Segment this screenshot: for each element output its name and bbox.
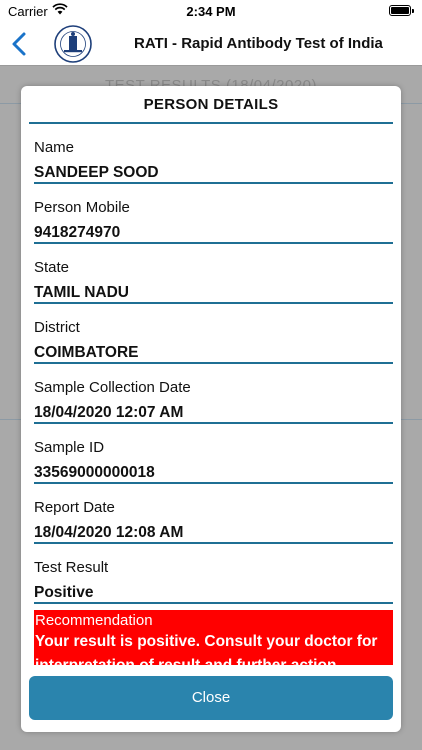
field-state: State TAMIL NADU <box>34 244 393 304</box>
field-label: Test Result <box>34 559 109 576</box>
field-value: COIMBATORE <box>34 344 139 361</box>
field-label: Sample Collection Date <box>34 379 191 396</box>
field-label: State <box>34 259 70 276</box>
recommendation-box: Recommendation Your result is positive. … <box>34 610 393 665</box>
field-label: Report Date <box>34 499 115 516</box>
field-test-result: Test Result Positive <box>34 544 393 604</box>
recommendation-text-continued: interpretation of result and further act… <box>35 655 393 665</box>
clock: 2:34 PM <box>186 4 236 19</box>
dialog-title: PERSON DETAILS <box>143 96 279 113</box>
icmr-logo <box>54 25 92 63</box>
field-value: TAMIL NADU <box>34 284 129 301</box>
field-label: Person Mobile <box>34 199 130 216</box>
chevron-left-icon[interactable] <box>8 30 34 58</box>
battery-icon <box>389 5 414 16</box>
status-bar: Carrier 2:34 PM <box>0 0 422 22</box>
field-sample-id: Sample ID 33569000000018 <box>34 424 393 484</box>
field-value: 18/04/2020 12:08 AM <box>34 524 184 541</box>
field-person-mobile: Person Mobile 9418274970 <box>34 184 393 244</box>
field-value: 18/04/2020 12:07 AM <box>34 404 184 421</box>
person-details-dialog: PERSON DETAILS Name SANDEEP SOOD Person … <box>21 86 401 732</box>
field-value: SANDEEP SOOD <box>34 164 159 181</box>
navigation-bar: RATI - Rapid Antibody Test of India <box>0 22 422 66</box>
field-value: 33569000000018 <box>34 464 155 481</box>
field-district: District COIMBATORE <box>34 304 393 364</box>
field-value: Positive <box>34 584 94 601</box>
details-list: Name SANDEEP SOOD Person Mobile 94182749… <box>21 124 401 604</box>
close-button[interactable]: Close <box>29 676 393 720</box>
recommendation-text: Your result is positive. Consult your do… <box>35 633 378 650</box>
field-name: Name SANDEEP SOOD <box>34 124 393 184</box>
app-title: RATI - Rapid Antibody Test of India <box>134 35 383 52</box>
field-report-date: Report Date 18/04/2020 12:08 AM <box>34 484 393 544</box>
field-label: Name <box>34 139 75 156</box>
field-value: 9418274970 <box>34 224 121 241</box>
field-label: District <box>34 319 80 336</box>
field-label: Sample ID <box>34 439 105 456</box>
recommendation-label: Recommendation <box>35 612 153 629</box>
field-sample-collection-date: Sample Collection Date 18/04/2020 12:07 … <box>34 364 393 424</box>
